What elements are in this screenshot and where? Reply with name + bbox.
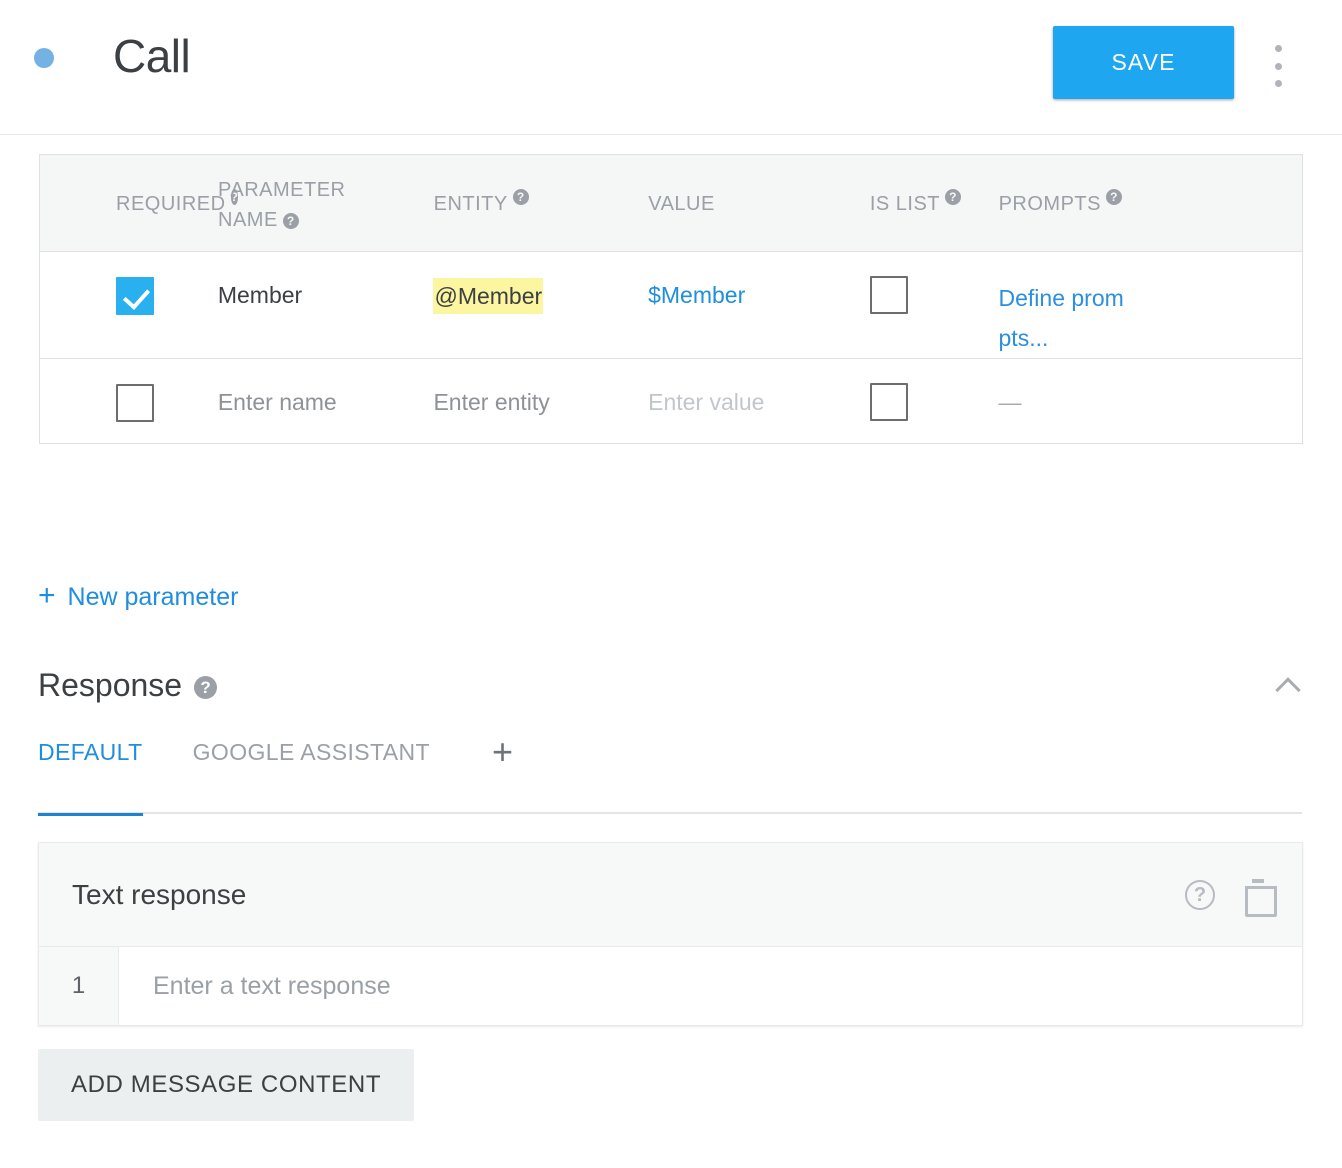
parameter-name-value: Member — [217, 282, 303, 308]
kebab-dot — [1274, 62, 1282, 70]
cell-is-list — [869, 252, 999, 358]
cell-is-list — [869, 359, 999, 443]
cell-value[interactable]: $Member — [648, 252, 870, 358]
value-placeholder: Enter value — [648, 389, 765, 415]
text-response-input[interactable] — [119, 947, 1302, 1025]
column-header-value: VALUE — [648, 193, 715, 215]
card-actions: ? — [1185, 878, 1277, 917]
table-row: Enter name Enter entity Enter value — — [40, 359, 1302, 443]
cell-entity[interactable]: @Member — [433, 252, 648, 358]
text-response-card-header: Text response ? — [39, 843, 1302, 947]
add-message-content-button[interactable]: ADD MESSAGE CONTENT — [38, 1049, 415, 1121]
kebab-dot — [1274, 45, 1282, 52]
cell-entity[interactable]: Enter entity — [433, 359, 648, 443]
tab-google-assistant[interactable]: GOOGLE ASSISTANT — [193, 735, 430, 814]
help-icon[interactable]: ? — [282, 213, 299, 229]
help-icon[interactable]: ? — [194, 675, 218, 699]
help-circle-icon[interactable]: ? — [1185, 879, 1215, 910]
cell-required — [40, 359, 218, 443]
entity-placeholder: Enter entity — [433, 389, 550, 415]
column-header-required: REQUIRED? — [116, 189, 239, 215]
text-response-card: Text response ? 1 — [38, 842, 1303, 1026]
required-checkbox[interactable] — [116, 384, 154, 422]
more-vert-icon[interactable] — [1266, 42, 1290, 90]
is-list-checkbox[interactable] — [869, 276, 908, 314]
plus-icon: + — [38, 579, 56, 612]
cell-parameter-name[interactable]: Enter name — [218, 359, 434, 443]
table-row: Member @Member $Member Define prompts... — [40, 252, 1302, 359]
response-title: Response — [38, 667, 183, 703]
help-icon[interactable]: ? — [1105, 189, 1122, 205]
page-title: Call — [113, 30, 191, 82]
define-prompts-link[interactable]: Define prompts... — [999, 278, 1132, 358]
column-header-is-list: IS LIST? — [870, 155, 999, 251]
is-list-checkbox[interactable] — [869, 383, 908, 421]
cell-prompts: — — [999, 359, 1302, 443]
prompts-empty: — — [998, 389, 1022, 415]
kebab-dot — [1274, 80, 1282, 87]
entity-value: @Member — [433, 278, 544, 314]
text-response-body: 1 — [39, 947, 1302, 1025]
new-parameter-label: New parameter — [67, 582, 239, 611]
parameter-value: $Member — [648, 282, 746, 308]
line-number: 1 — [39, 947, 119, 1025]
tab-default[interactable]: DEFAULT — [38, 735, 143, 816]
column-header-parameter-name: PARAMETER NAME? — [218, 179, 346, 231]
cell-value[interactable]: Enter value — [648, 359, 870, 443]
response-tabs: DEFAULT GOOGLE ASSISTANT + — [38, 734, 1302, 816]
new-parameter-button[interactable]: + New parameter — [38, 579, 239, 612]
parameter-name-placeholder: Enter name — [217, 389, 337, 415]
chevron-up-icon[interactable] — [1274, 671, 1302, 699]
status-dot-icon — [34, 48, 54, 68]
save-button[interactable]: SAVE — [1053, 26, 1234, 99]
cell-required — [40, 252, 218, 358]
required-checkbox[interactable] — [116, 277, 154, 315]
cell-prompts: Define prompts... — [999, 252, 1302, 358]
parameters-table: REQUIRED? PARAMETER NAME? ENTITY? VALUE … — [39, 154, 1303, 444]
trash-icon[interactable] — [1245, 878, 1277, 917]
table-header-row: REQUIRED? PARAMETER NAME? ENTITY? VALUE … — [40, 155, 1302, 252]
column-header-entity: ENTITY? — [434, 155, 649, 251]
help-icon[interactable]: ? — [945, 189, 962, 205]
add-tab-icon[interactable]: + — [492, 734, 513, 770]
help-icon[interactable]: ? — [512, 189, 529, 205]
column-header-prompts: PROMPTS? — [999, 155, 1302, 251]
cell-parameter-name[interactable]: Member — [218, 252, 434, 358]
app-header: Call SAVE — [0, 0, 1342, 135]
response-section-header: Response ? — [38, 663, 1302, 707]
text-response-title: Text response — [72, 878, 247, 910]
